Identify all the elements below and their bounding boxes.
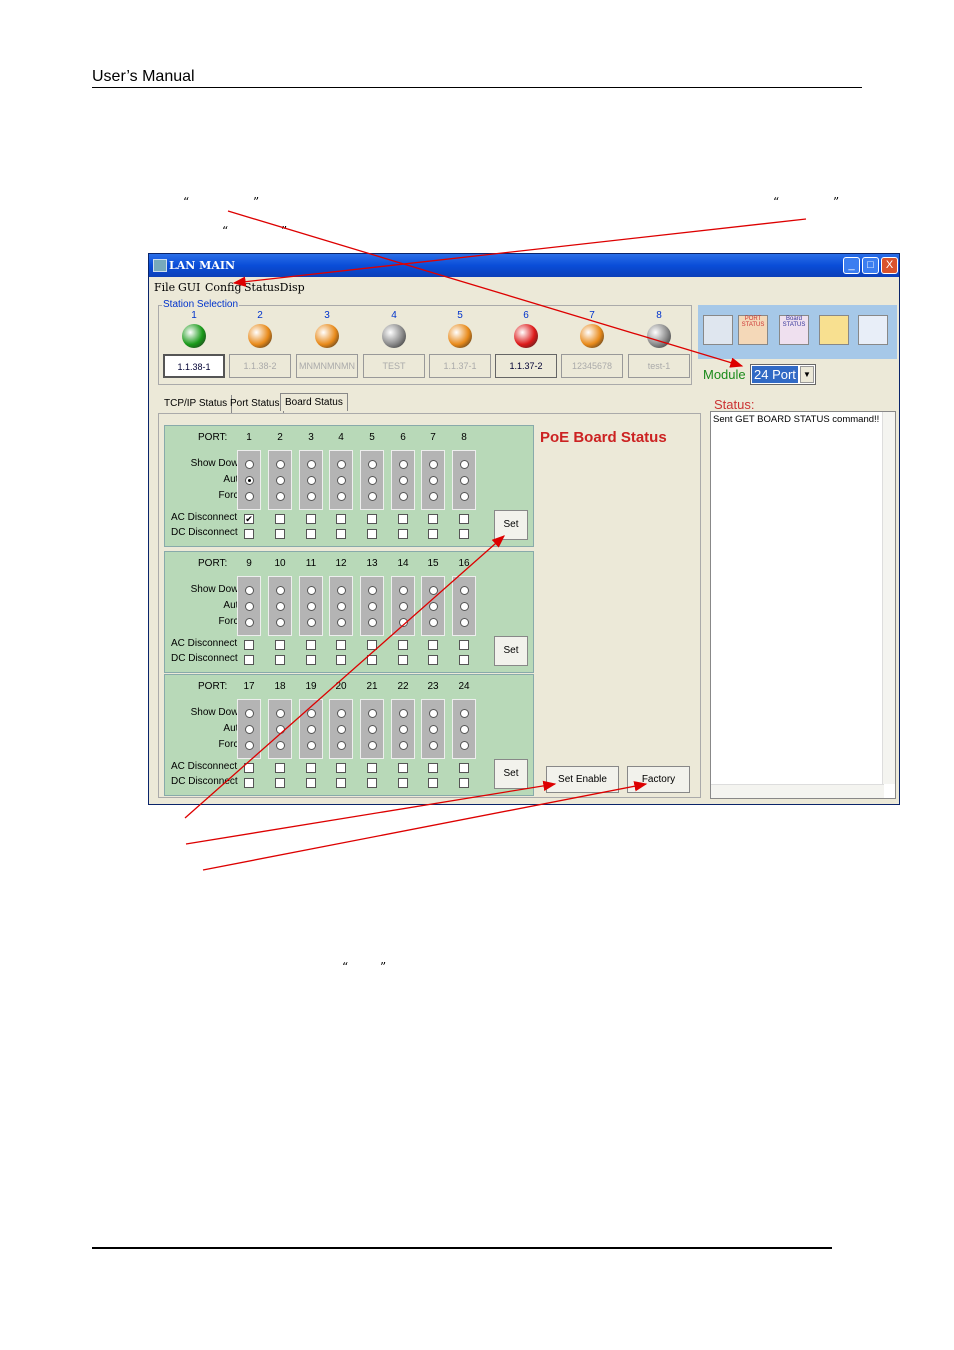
arrow-to-config-menu (232, 218, 807, 287)
annotation-arrows (184, 210, 807, 871)
arrow-to-set-button (184, 535, 505, 819)
footer-rule (92, 1247, 832, 1249)
arrow-to-set-enable (185, 780, 557, 845)
arrow-to-factory (202, 781, 648, 871)
